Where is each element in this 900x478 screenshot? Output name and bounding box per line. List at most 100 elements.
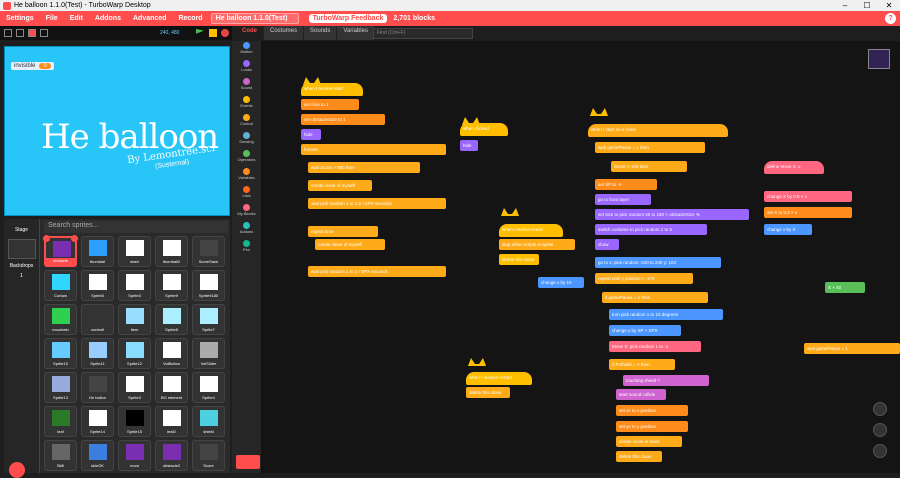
- sprite-tile[interactable]: controll: [81, 304, 114, 335]
- code-block[interactable]: Move X: pick random 1 to -1: [609, 341, 701, 352]
- zoom-out-icon[interactable]: [873, 423, 887, 437]
- stop-icon[interactable]: [221, 29, 229, 37]
- sprite-tile[interactable]: mountain: [44, 304, 77, 335]
- code-block[interactable]: set SP to -4: [595, 179, 657, 190]
- zoom-in-icon[interactable]: [873, 402, 887, 416]
- category-sensing[interactable]: Sensing: [232, 131, 261, 147]
- code-block[interactable]: when I receive start: [301, 83, 363, 96]
- sprite-tile[interactable]: VolButton: [155, 338, 188, 369]
- code-block[interactable]: set xc to x position: [616, 405, 688, 416]
- code-block[interactable]: if gamePause = 1 then: [602, 292, 708, 303]
- add-sprite-button[interactable]: [9, 462, 25, 478]
- sprite-tile[interactable]: Sprite4: [192, 372, 225, 403]
- category-my-blocks[interactable]: My Blocks: [232, 203, 261, 219]
- code-block[interactable]: change x by 10: [538, 277, 584, 288]
- sprite-tile[interactable]: Sprite10: [44, 338, 77, 369]
- category-lists[interactable]: Lists: [232, 185, 261, 201]
- screenshot-icon[interactable]: [40, 29, 48, 37]
- code-block[interactable]: delete this clone: [466, 387, 510, 398]
- sprite-tile[interactable]: Sprite9180: [192, 270, 225, 301]
- large-stage-icon[interactable]: [16, 29, 24, 37]
- add-extension-button[interactable]: [236, 455, 260, 469]
- code-block[interactable]: create clone of myself: [308, 180, 372, 191]
- sprite-info-icon[interactable]: [71, 235, 78, 242]
- stage-selector[interactable]: Stage Backdrops 1: [4, 219, 40, 473]
- sprite-tile[interactable]: BG element: [155, 372, 188, 403]
- minimize-icon[interactable]: –: [834, 0, 856, 11]
- tab-costumes[interactable]: Costumes: [264, 26, 305, 40]
- code-block[interactable]: change y by SP + SPX: [609, 325, 681, 336]
- sprite-tile[interactable]: nova: [118, 440, 151, 471]
- sprite-tile[interactable]: Sprite3: [118, 372, 151, 403]
- menu-advanced[interactable]: Advanced: [127, 15, 172, 22]
- sprite-tile[interactable]: obstacle: [43, 235, 78, 267]
- code-block[interactable]: wait Score > 950 then: [308, 162, 420, 173]
- sprite-tile[interactable]: VolSlider: [192, 338, 225, 369]
- stage-canvas[interactable]: invisible 0 He balloon By Lemontree.sci …: [4, 46, 230, 216]
- menu-file[interactable]: File: [40, 15, 64, 22]
- sprite-tile[interactable]: Sprite13: [44, 372, 77, 403]
- sprite-tile[interactable]: Score: [192, 440, 225, 471]
- code-block[interactable]: change x by X: [764, 224, 812, 235]
- find-input[interactable]: Find (Ctrl+F): [373, 28, 473, 39]
- category-looks[interactable]: Looks: [232, 59, 261, 75]
- code-block[interactable]: Score > 100 then: [611, 161, 687, 172]
- category-sound[interactable]: Sound: [232, 77, 261, 93]
- sprite-tile[interactable]: Sprite9: [155, 270, 188, 301]
- small-stage-icon[interactable]: [4, 29, 12, 37]
- category-addons[interactable]: Addons: [232, 221, 261, 237]
- code-block[interactable]: hide: [301, 129, 321, 140]
- category-control[interactable]: Control: [232, 113, 261, 129]
- category-motion[interactable]: Motion: [232, 41, 261, 57]
- code-block[interactable]: wait pick random 1 to 2 / SPX seconds: [308, 266, 446, 277]
- sprite-tile[interactable]: Sprite5: [81, 270, 114, 301]
- code-block[interactable]: set X to 0.9 × x: [764, 207, 852, 218]
- sprite-tile[interactable]: ScoreSave: [192, 236, 225, 267]
- code-block[interactable]: delete this clone: [616, 451, 662, 462]
- category-variables[interactable]: Variables: [232, 167, 261, 183]
- feedback-button[interactable]: TurboWarp Feedback: [308, 14, 388, 23]
- category-operators[interactable]: Operators: [232, 149, 261, 165]
- code-block[interactable]: when I receive restart: [466, 372, 532, 385]
- code-block[interactable]: create clone of myself: [315, 239, 385, 250]
- code-block[interactable]: define Move X: x: [764, 161, 824, 174]
- code-block[interactable]: create clone of dash: [616, 436, 682, 447]
- code-block[interactable]: switch costume to pick random 1 to 5: [595, 224, 707, 235]
- code-block[interactable]: when I receive leave: [499, 224, 563, 237]
- sprite-tile[interactable]: leaf2: [155, 406, 188, 437]
- code-block[interactable]: when clicked: [460, 123, 508, 136]
- code-block[interactable]: repeat time: [308, 226, 378, 237]
- sprite-tile[interactable]: skinOK: [81, 440, 114, 471]
- sprite-tile[interactable]: obstacle2: [155, 440, 188, 471]
- code-block[interactable]: turn pick random 1 to 10 degrees: [609, 309, 723, 320]
- sprite-tile[interactable]: thumbail2: [155, 236, 188, 267]
- menu-addons[interactable]: Addons: [89, 15, 127, 22]
- fullscreen-icon[interactable]: [28, 29, 36, 37]
- code-block[interactable]: set obstacleSize to 1: [301, 114, 385, 125]
- tab-variables[interactable]: Variables: [337, 26, 375, 40]
- sprite-tile[interactable]: Skill: [44, 440, 77, 471]
- sprite-tile[interactable]: thumbail: [81, 236, 114, 267]
- sprite-tile[interactable]: leaf: [44, 406, 77, 437]
- code-block[interactable]: stop other scripts in sprite: [499, 239, 575, 250]
- menu-settings[interactable]: Settings: [0, 15, 40, 22]
- sprite-tile[interactable]: Sprite15: [118, 406, 151, 437]
- sprite-tile[interactable]: Sprite12: [118, 338, 151, 369]
- sprite-tile[interactable]: Sprite3: [118, 270, 151, 301]
- code-block[interactable]: forever: [301, 144, 446, 155]
- sprite-tile[interactable]: Sprite8: [155, 304, 188, 335]
- pause-icon[interactable]: [209, 29, 217, 37]
- category-pen[interactable]: Pen: [232, 239, 261, 255]
- code-block[interactable]: set yc to y position: [616, 421, 688, 432]
- code-block[interactable]: hide: [460, 140, 478, 151]
- category-events[interactable]: Events: [232, 95, 261, 111]
- code-block[interactable]: wait gamePause = 1 then: [595, 142, 705, 153]
- code-block[interactable]: touching shield ?: [623, 375, 709, 386]
- code-block[interactable]: delete this clone: [499, 254, 539, 265]
- code-block[interactable]: wait pick random 1 to 1.5 / SPX seconds: [308, 198, 446, 209]
- tab-sounds[interactable]: Sounds: [304, 26, 338, 40]
- code-block[interactable]: start sound collide: [616, 389, 666, 400]
- help-button[interactable]: ?: [885, 13, 896, 24]
- close-icon[interactable]: ✕: [878, 0, 900, 11]
- sprite-tile[interactable]: item: [118, 304, 151, 335]
